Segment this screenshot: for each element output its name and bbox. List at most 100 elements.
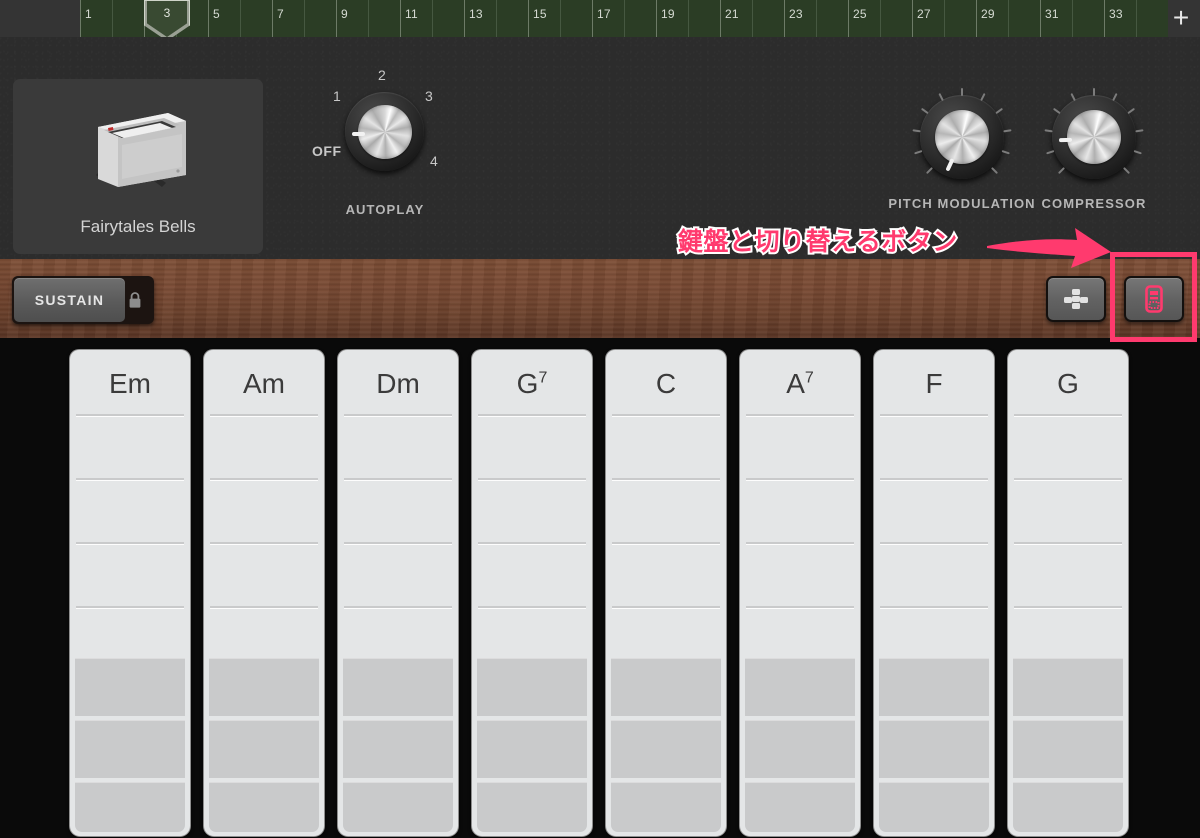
- instrument-card[interactable]: Fairytales Bells: [13, 79, 263, 254]
- ruler-tick: [1040, 0, 1041, 37]
- ruler-green-track[interactable]: 13579111315171921232527293133: [80, 0, 1168, 37]
- sustain-button[interactable]: SUSTAIN: [14, 278, 125, 322]
- ruler-tick: [752, 0, 753, 37]
- chord-strip-label: Dm: [376, 368, 420, 399]
- ruler-bar-number: 1: [85, 7, 92, 21]
- chord-strip-segment[interactable]: [879, 720, 989, 778]
- chord-strip[interactable]: C: [606, 350, 726, 836]
- chord-strip-segment[interactable]: [1013, 782, 1123, 832]
- chord-strip-divider: [612, 478, 720, 480]
- chord-strip-segment[interactable]: [879, 782, 989, 832]
- ruler-tick: [912, 0, 913, 37]
- chord-strip-segment[interactable]: [611, 658, 721, 716]
- chord-strip-segment[interactable]: [745, 782, 855, 832]
- chord-strip-segment[interactable]: [343, 782, 453, 832]
- autoplay-knob-face: [357, 104, 412, 159]
- ruler-tick: [1008, 0, 1009, 37]
- chord-strip-label: G7: [516, 368, 548, 399]
- chord-strip-segment[interactable]: [75, 658, 185, 716]
- chord-strip[interactable]: A7: [740, 350, 860, 836]
- chord-strip[interactable]: G: [1008, 350, 1128, 836]
- pitch-modulation-knob-pointer: [945, 158, 955, 172]
- chord-strip-label: F: [925, 368, 943, 399]
- sustain-control: SUSTAIN: [12, 276, 154, 324]
- chord-strip[interactable]: G7: [472, 350, 592, 836]
- ruler-tick: [880, 0, 881, 37]
- chord-strip-divider: [478, 606, 586, 608]
- chord-strip-segment[interactable]: [611, 782, 721, 832]
- instrument-name: Fairytales Bells: [80, 217, 196, 236]
- chord-strip[interactable]: Em: [70, 350, 190, 836]
- ruler-tick: [976, 0, 977, 37]
- chord-strip-segment[interactable]: [343, 658, 453, 716]
- ruler-bar-number: 5: [213, 7, 220, 21]
- autoplay-knob-pointer: [351, 131, 365, 136]
- chord-strip-divider: [344, 606, 452, 608]
- chord-strip[interactable]: Dm: [338, 350, 458, 836]
- chord-extension: 7: [804, 369, 814, 387]
- chord-strip-segment[interactable]: [75, 782, 185, 832]
- ruler-tick: [1104, 0, 1105, 37]
- timeline-ruler[interactable]: 13579111315171921232527293133 3 +: [0, 0, 1200, 41]
- autoplay-scale-1: 1: [333, 88, 341, 104]
- chord-strip-segment[interactable]: [611, 720, 721, 778]
- knob-tick: [1046, 150, 1055, 155]
- chord-strip-divider: [880, 414, 988, 416]
- chord-strip-divider: [612, 606, 720, 608]
- chord-strip-divider: [344, 414, 452, 416]
- compressor-knob[interactable]: [1044, 88, 1144, 179]
- ruler-tick: [688, 0, 689, 37]
- chord-strip-divider: [210, 478, 318, 480]
- chord-strip-label: Em: [109, 368, 151, 399]
- chord-strip-segment[interactable]: [477, 720, 587, 778]
- chord-strip-segment[interactable]: [477, 658, 587, 716]
- chord-strip-divider: [746, 414, 854, 416]
- knob-tick: [1001, 150, 1010, 155]
- chord-strip-divider: [478, 414, 586, 416]
- knob-tick: [1044, 129, 1053, 133]
- chord-strip-segment[interactable]: [209, 782, 319, 832]
- knob-tick: [1135, 129, 1144, 133]
- chord-strip[interactable]: Am: [204, 350, 324, 836]
- ruler-tick: [816, 0, 817, 37]
- chord-strip-segment[interactable]: [1013, 658, 1123, 716]
- chord-strip[interactable]: F: [874, 350, 994, 836]
- chord-strip-divider: [210, 414, 318, 416]
- chord-strip-divider: [210, 542, 318, 544]
- chord-strip-segment[interactable]: [879, 658, 989, 716]
- chord-strip-divider: [76, 542, 184, 544]
- chord-strip-segment[interactable]: [477, 782, 587, 832]
- ruler-bar-number: 9: [341, 7, 348, 21]
- chord-strips-area: Em Am Dm G7 C A7 F G: [0, 344, 1200, 838]
- ruler-bar-number: 19: [661, 7, 675, 21]
- autoplay-scale-2: 2: [378, 67, 386, 83]
- ruler-bar-number: 15: [533, 7, 547, 21]
- knob-tick: [1112, 92, 1118, 102]
- chord-strip-segment[interactable]: [209, 658, 319, 716]
- ruler-tick: [1072, 0, 1073, 37]
- chord-strip-divider: [1014, 478, 1122, 480]
- chord-strip-segment[interactable]: [75, 720, 185, 778]
- playhead[interactable]: 3: [144, 0, 190, 41]
- chord-strip-segment[interactable]: [209, 720, 319, 778]
- chord-strip-divider: [478, 542, 586, 544]
- add-track-button[interactable]: +: [1168, 4, 1194, 32]
- chord-strip-divider: [880, 606, 988, 608]
- chords-view-button[interactable]: [1046, 276, 1106, 322]
- ruler-tick: [784, 0, 785, 37]
- ruler-tick: [336, 0, 337, 37]
- autoplay-knob[interactable]: [345, 92, 424, 171]
- chord-strip-segment[interactable]: [745, 720, 855, 778]
- chord-strip-segment[interactable]: [745, 658, 855, 716]
- chord-strip-segment[interactable]: [343, 720, 453, 778]
- lock-icon[interactable]: [128, 291, 142, 309]
- ruler-tick: [720, 0, 721, 37]
- knob-tick: [980, 92, 986, 102]
- chord-strip-divider: [76, 606, 184, 608]
- ruler-tick: [208, 0, 209, 37]
- knob-tick: [1003, 129, 1012, 133]
- ruler-tick: [368, 0, 369, 37]
- chord-strip-segment[interactable]: [1013, 720, 1123, 778]
- pitch-modulation-knob[interactable]: [912, 88, 1012, 179]
- ruler-tick: [528, 0, 529, 37]
